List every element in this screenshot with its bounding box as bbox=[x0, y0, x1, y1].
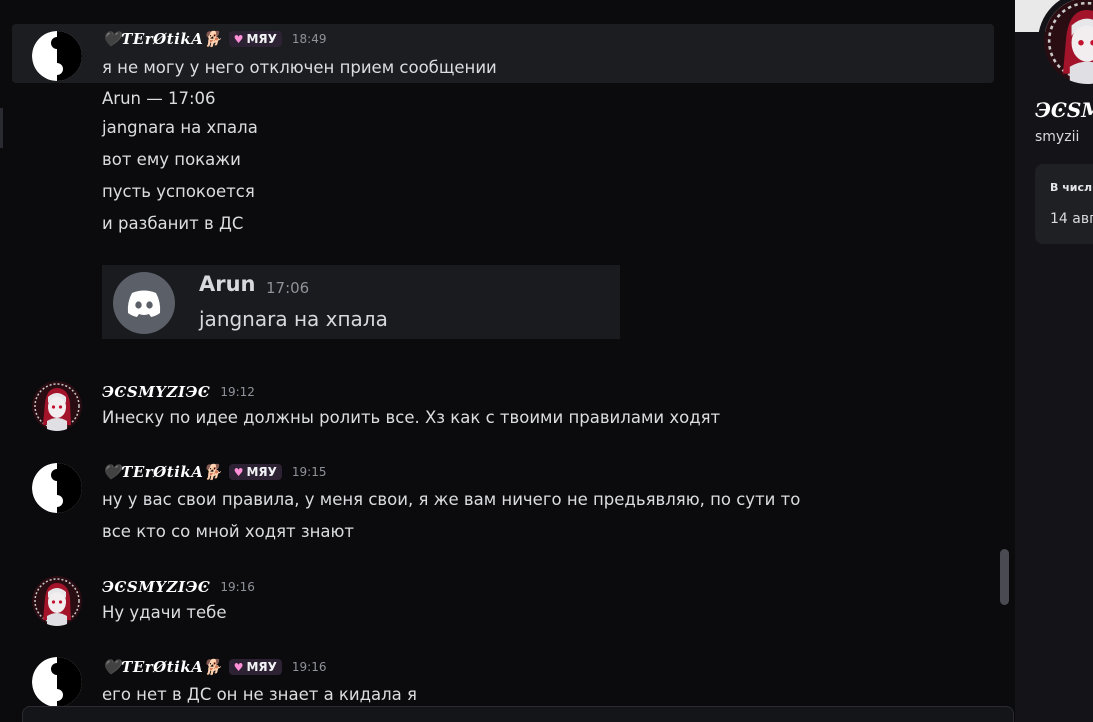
heart-icon: ♥ bbox=[233, 660, 244, 674]
user-avatar-erotika[interactable] bbox=[32, 463, 82, 513]
message-text: Инеску по идее должны ролить все. Хз как… bbox=[102, 408, 721, 427]
timestamp: 19:16 bbox=[291, 660, 327, 674]
message-text: пусть успокоется bbox=[102, 182, 255, 201]
member-since-date: 14 авг bbox=[1050, 211, 1093, 227]
message-text: я не могу у него отключен прием сообщени… bbox=[102, 58, 497, 77]
message-text: jangnara на хпала bbox=[102, 118, 258, 137]
chat-left-edge bbox=[0, 108, 3, 148]
discord-logo-icon bbox=[113, 272, 175, 334]
timestamp: 19:12 bbox=[220, 385, 255, 399]
chat-scrollbar[interactable] bbox=[1000, 549, 1009, 605]
message-text: ну у вас свои правила, у меня свои, я же… bbox=[102, 490, 801, 509]
profile-panel: ЭϾSM smyzii В числ 14 авг bbox=[1015, 0, 1093, 722]
message-text: его нет в ДС он не знает а кидала я bbox=[102, 685, 417, 704]
message-text: Ну удачи тебе bbox=[102, 603, 227, 622]
profile-username: smyzii bbox=[1035, 129, 1080, 145]
username[interactable]: 🖤ƬErØtikA🐕 bbox=[102, 463, 223, 481]
user-avatar-smyzi[interactable] bbox=[32, 381, 82, 431]
message-text: вот ему покажи bbox=[102, 150, 241, 169]
message-header: ЭϾSMYZIЭϾ 19:12 bbox=[102, 383, 255, 401]
embed-timestamp: 17:06 bbox=[266, 279, 310, 297]
message-text: Arun — 17:06 bbox=[102, 89, 216, 108]
badge-label: МЯУ bbox=[246, 32, 277, 46]
timestamp: 18:49 bbox=[291, 32, 327, 46]
message-header: 🖤ƬErØtikA🐕 ♥ МЯУ 18:49 bbox=[102, 30, 326, 48]
message-header: ЭϾSMYZIЭϾ 19:16 bbox=[102, 578, 255, 596]
message-text: все кто со мной ходят знают bbox=[102, 522, 355, 541]
heart-icon: ♥ bbox=[233, 465, 244, 479]
embed-author: Arun bbox=[199, 272, 256, 296]
badge-label: МЯУ bbox=[246, 465, 277, 479]
username[interactable]: 🖤ƬErØtikA🐕 bbox=[102, 30, 223, 48]
profile-avatar[interactable] bbox=[1038, 0, 1093, 90]
message-header: 🖤ƬErØtikA🐕 ♥ МЯУ 19:16 bbox=[102, 658, 326, 676]
role-badge[interactable]: ♥ МЯУ bbox=[228, 464, 282, 480]
username[interactable]: ЭϾSMYZIЭϾ bbox=[102, 578, 210, 596]
chat-area: 🖤ƬErØtikA🐕 ♥ МЯУ 18:49 я не могу у него … bbox=[0, 0, 1015, 722]
message-header: 🖤ƬErØtikA🐕 ♥ МЯУ 19:15 bbox=[102, 463, 326, 481]
heart-icon: ♥ bbox=[233, 32, 244, 46]
member-since-card: В числ 14 авг bbox=[1035, 164, 1093, 244]
profile-display-name: ЭϾSM bbox=[1035, 98, 1093, 122]
badge-label: МЯУ bbox=[246, 660, 277, 674]
member-since-title: В числ bbox=[1050, 181, 1093, 194]
user-avatar-erotika[interactable] bbox=[32, 657, 82, 707]
role-badge[interactable]: ♥ МЯУ bbox=[228, 659, 282, 675]
timestamp: 19:15 bbox=[291, 465, 327, 479]
timestamp: 19:16 bbox=[220, 580, 255, 594]
embed-text: jangnara на хпала bbox=[199, 307, 388, 331]
message-text: и разбанит в ДС bbox=[102, 214, 244, 233]
username[interactable]: 🖤ƬErØtikA🐕 bbox=[102, 658, 223, 676]
user-avatar-erotika[interactable] bbox=[32, 31, 82, 81]
role-badge[interactable]: ♥ МЯУ bbox=[228, 31, 282, 47]
user-avatar-smyzi[interactable] bbox=[32, 576, 82, 626]
username[interactable]: ЭϾSMYZIЭϾ bbox=[102, 383, 210, 401]
message-input[interactable] bbox=[22, 706, 1014, 722]
